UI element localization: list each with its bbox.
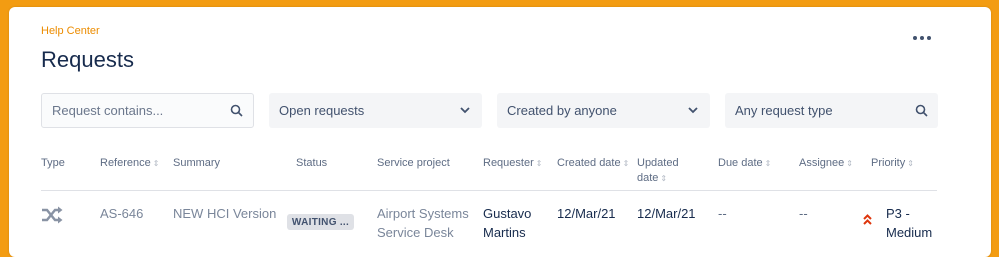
requester-line: Martins xyxy=(483,225,526,240)
column-header-updated-date[interactable]: Updated date ⇕ xyxy=(637,156,679,186)
column-header-reference[interactable]: Reference ⇕ xyxy=(100,156,159,171)
column-label: Type xyxy=(41,157,65,169)
created-by-filter-select[interactable]: Created by anyone xyxy=(497,93,710,128)
page-title: Requests xyxy=(41,47,134,72)
column-header-status: Status xyxy=(296,156,327,171)
priority-line: P3 - xyxy=(886,206,910,221)
sort-icon: ⇕ xyxy=(622,159,630,168)
table-row[interactable]: AS-646 NEW HCI Version WAITING ... Airpo… xyxy=(41,191,937,243)
request-type-filter-value: Any request type xyxy=(735,103,833,118)
column-label: Assignee xyxy=(799,157,845,169)
column-label: Created date xyxy=(557,157,621,169)
created-by-filter-value: Created by anyone xyxy=(507,103,617,118)
service-project-line: Airport Systems xyxy=(377,206,469,221)
column-header-service-project: Service project xyxy=(377,156,450,171)
updated-date-cell: 12/Mar/21 xyxy=(637,206,696,221)
column-header-type: Type xyxy=(41,156,65,171)
search-placeholder: Request contains... xyxy=(52,103,164,118)
dot-icon xyxy=(927,36,931,40)
column-label: date xyxy=(637,172,659,184)
column-label: Due date xyxy=(718,157,763,169)
priority-high-icon xyxy=(863,213,872,231)
reference-link[interactable]: AS-646 xyxy=(100,204,143,223)
dot-icon xyxy=(913,36,917,40)
assignee-cell: -- xyxy=(799,206,808,221)
column-label: Updated xyxy=(637,157,679,169)
more-actions-button[interactable] xyxy=(906,28,938,48)
column-header-created-date[interactable]: Created date ⇕ xyxy=(557,156,629,171)
sort-icon: ⇕ xyxy=(846,159,853,168)
status-filter-select[interactable]: Open requests xyxy=(269,93,482,128)
column-label: Reference xyxy=(100,157,151,169)
due-date-cell: -- xyxy=(718,206,727,221)
sort-icon: ⇕ xyxy=(764,159,772,168)
table-header: Type Reference ⇕ Summary Status Service p… xyxy=(41,156,937,191)
priority-line: Medium xyxy=(886,225,933,240)
chevron-down-icon xyxy=(458,104,472,118)
requester-cell: Gustavo Martins xyxy=(483,204,531,242)
status-badge: WAITING ... xyxy=(287,214,354,230)
status-filter-value: Open requests xyxy=(279,103,365,118)
breadcrumb-help-center[interactable]: Help Center xyxy=(41,25,100,37)
column-header-summary: Summary xyxy=(173,156,220,171)
column-label: Requester xyxy=(483,157,534,169)
column-header-assignee[interactable]: Assignee ⇕ xyxy=(799,156,853,171)
column-header-requester[interactable]: Requester ⇕ xyxy=(483,156,542,171)
column-label: Status xyxy=(296,157,328,169)
sort-icon: ⇕ xyxy=(660,174,668,183)
shuffle-icon xyxy=(41,206,63,229)
priority-cell: P3 - Medium xyxy=(886,204,932,242)
service-project-cell: Airport Systems Service Desk xyxy=(377,204,469,242)
summary-link[interactable]: NEW HCI Version xyxy=(173,204,276,223)
service-project-line: Service Desk xyxy=(377,225,454,240)
column-header-priority[interactable]: Priority ⇕ xyxy=(871,156,914,171)
sort-icon: ⇕ xyxy=(535,159,543,168)
column-header-due-date[interactable]: Due date ⇕ xyxy=(718,156,771,171)
chevron-down-icon xyxy=(686,104,700,118)
search-icon[interactable] xyxy=(229,104,243,118)
column-label: Priority xyxy=(871,157,906,169)
search-input[interactable]: Request contains... xyxy=(41,93,254,128)
search-icon[interactable] xyxy=(914,104,928,118)
request-type-filter[interactable]: Any request type xyxy=(725,93,938,128)
column-label: Summary xyxy=(173,157,221,169)
dot-icon xyxy=(920,36,924,40)
sort-icon: ⇕ xyxy=(907,159,914,168)
requester-line: Gustavo xyxy=(483,206,532,221)
sort-icon: ⇕ xyxy=(152,159,160,168)
column-label: Service project xyxy=(377,157,450,169)
created-date-cell: 12/Mar/21 xyxy=(557,206,616,221)
